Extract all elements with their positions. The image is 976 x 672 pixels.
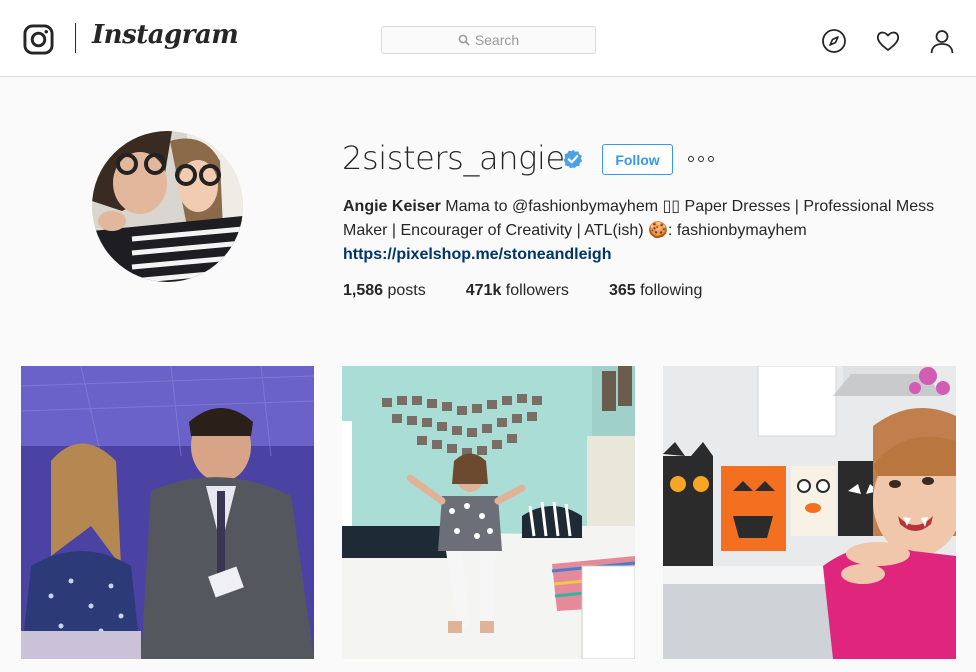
post-thumbnail[interactable] [21,366,314,659]
dot [698,156,704,162]
posts-label: posts [387,282,426,299]
post-image-halloween [663,366,956,659]
post-image-stage [21,366,314,659]
logo-divider [75,23,76,53]
profile-full-name: Angie Keiser [343,198,441,215]
followers-stat[interactable]: 471k followers [466,282,569,300]
posts-count: 1,586 [343,282,384,299]
post-thumbnail[interactable] [663,366,956,659]
dot [688,156,694,162]
bio-text-1: Mama to @fashionbymayhem ▯▯ Paper Dresse… [445,198,935,215]
search-input[interactable]: Search [381,26,596,54]
posts-stat: 1,586 posts [343,282,426,300]
profile-website-link[interactable]: https://pixelshop.me/stoneandleigh [343,243,963,267]
following-count: 365 [608,282,636,299]
search-icon [458,34,470,46]
profile-username: 2sisters_angie [342,139,565,177]
following-stat[interactable]: 365 following [609,282,702,300]
profile-bio: Angie Keiser Mama to @fashionbymayhem ▯▯… [343,195,963,267]
verified-badge-icon [563,149,583,169]
instagram-wordmark[interactable]: Instagram [92,20,239,50]
bio-text-2: Maker | Encourager of Creativity | ATL(i… [343,222,807,239]
compass-icon[interactable] [821,28,847,54]
search-placeholder: Search [474,32,520,48]
user-icon[interactable] [929,28,955,54]
post-image-bedroom [342,366,635,659]
followers-count: 471k [465,282,502,299]
followers-label: followers [505,282,569,299]
heart-icon[interactable] [875,28,901,54]
avatar-photo [92,131,243,282]
instagram-camera-icon[interactable] [23,24,54,55]
bio-line-1: Angie Keiser Mama to @fashionbymayhem ▯▯… [343,195,963,219]
more-options-icon[interactable] [688,150,714,168]
following-label: following [640,282,703,299]
profile-stats: 1,586 posts 471k followers 365 following [343,282,742,300]
follow-button[interactable]: Follow [602,144,673,175]
post-thumbnail[interactable] [342,366,635,659]
profile-avatar[interactable] [92,131,243,282]
top-navigation-bar: Instagram Search [0,0,976,77]
dot [708,156,714,162]
